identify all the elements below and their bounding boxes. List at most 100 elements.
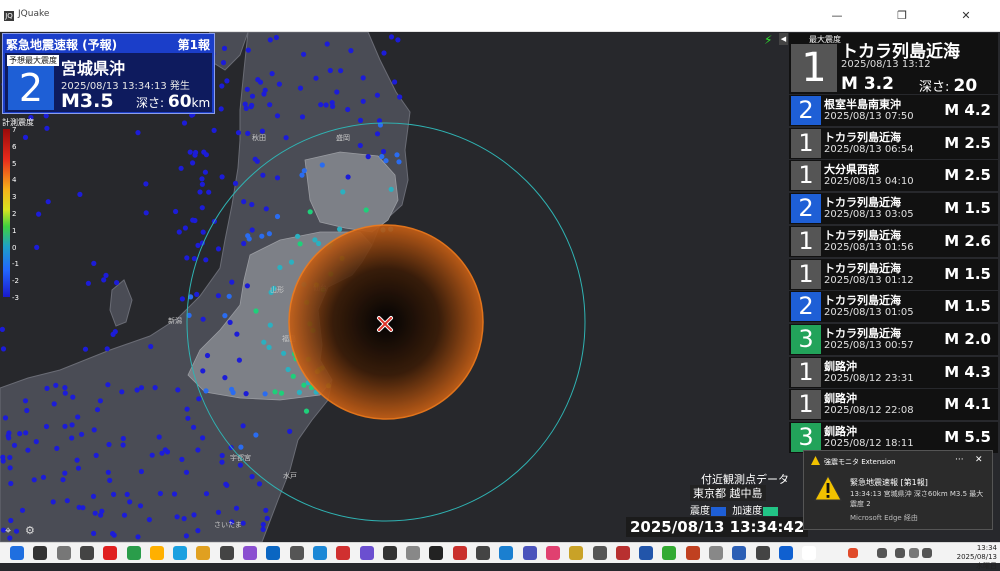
start-button-icon[interactable]: [10, 546, 24, 560]
taskbar-app-icon[interactable]: [79, 546, 94, 560]
station-dot: [183, 469, 190, 475]
history-magnitude: M 2.0: [944, 329, 991, 348]
map-label-niigata: 新潟: [168, 316, 182, 325]
station-dot: [184, 255, 190, 261]
latest-quake-card[interactable]: 最大震度 1 トカラ列島近海 2025/08/13 13:12 M 3.2 深さ…: [789, 33, 998, 111]
station-dot: [157, 490, 163, 497]
taskbar-app-icon[interactable]: [662, 546, 677, 560]
warning-icon: [814, 475, 842, 501]
taskbar-app-icon[interactable]: [709, 546, 723, 560]
close-button[interactable]: ✕: [951, 6, 981, 26]
minimize-button[interactable]: —: [822, 6, 852, 26]
tray-icon[interactable]: [922, 548, 932, 558]
taskbar-app-icon[interactable]: [639, 546, 654, 560]
taskbar-app-icon[interactable]: [755, 546, 770, 560]
taskbar-app-icon[interactable]: [476, 546, 490, 560]
eew-depth-label: 深さ:: [136, 96, 165, 110]
taskbar-app-icon[interactable]: [499, 546, 514, 560]
taskbar-app-icon[interactable]: [732, 546, 747, 560]
station-dot: [253, 308, 259, 314]
location-icon[interactable]: ⌖: [5, 524, 11, 538]
notification-more-icon[interactable]: ···: [955, 455, 964, 465]
taskbar-app-icon[interactable]: [592, 546, 607, 560]
history-row[interactable]: 1 大分県西部 2025/08/13 04:10 M 2.5: [789, 160, 998, 192]
tray-icon[interactable]: [848, 548, 858, 558]
station-dot: [262, 87, 268, 93]
taskbar-app-icon[interactable]: [56, 546, 71, 560]
notification-close-icon[interactable]: ✕: [975, 455, 983, 465]
taskbar-app-icon[interactable]: [243, 546, 257, 560]
taskbar-app-icon[interactable]: [103, 546, 118, 560]
station-dot: [297, 85, 304, 91]
taskbar-app-icon[interactable]: [802, 546, 817, 560]
intensity-scale-bar: [3, 129, 10, 297]
taskbar-app-icon[interactable]: [569, 546, 584, 560]
taskbar-app-icon[interactable]: [196, 546, 211, 560]
station-dot: [8, 480, 14, 487]
taskbar-app-icon[interactable]: [615, 546, 630, 560]
station-dot: [192, 217, 198, 224]
window-title: JQuake: [18, 9, 50, 19]
station-dot: [90, 493, 97, 499]
history-row[interactable]: 1 トカラ列島近海 2025/08/13 01:56 M 2.6: [789, 225, 998, 257]
tray-icon[interactable]: [877, 548, 887, 558]
station-dot: [184, 406, 190, 412]
taskbar-app-icon[interactable]: [289, 546, 304, 560]
legend-intensity-label: 震度: [690, 506, 710, 517]
station-dot: [259, 128, 265, 134]
taskbar-app-icon[interactable]: [219, 546, 234, 560]
history-row[interactable]: 2 トカラ列島近海 2025/08/13 03:05 M 1.5: [789, 193, 998, 225]
history-row[interactable]: 3 トカラ列島近海 2025/08/13 00:57 M 2.0: [789, 323, 998, 355]
history-row[interactable]: 2 トカラ列島近海 2025/08/13 01:05 M 1.5: [789, 291, 998, 323]
taskbar-app-icon[interactable]: [312, 546, 327, 560]
history-row[interactable]: 3 釧路沖 2025/08/12 18:11 M 5.5: [789, 422, 998, 453]
history-row[interactable]: 2 根室半島南東沖 2025/08/13 07:50 M 4.2: [789, 95, 998, 126]
station-dot: [76, 504, 82, 510]
search-icon[interactable]: [33, 546, 48, 560]
settings-gear-icon[interactable]: ⚙: [25, 524, 35, 537]
tray-icon[interactable]: [909, 548, 919, 558]
taskbar-app-icon[interactable]: [359, 546, 374, 560]
taskbar-app-icon[interactable]: [126, 546, 141, 560]
taskbar-app-icon[interactable]: [173, 546, 188, 560]
history-row[interactable]: 1 釧路沖 2025/08/12 22:08 M 4.1: [789, 389, 998, 421]
taskbar-app-icon[interactable]: [406, 546, 421, 560]
taskbar-app-icon[interactable]: [778, 546, 793, 560]
station-dot: [245, 47, 251, 53]
taskbar-app-icon[interactable]: [522, 546, 537, 560]
history-region: トカラ列島近海: [824, 130, 901, 144]
station-dot: [221, 45, 228, 52]
history-magnitude: M 2.6: [944, 231, 991, 250]
taskbar-app-icon[interactable]: [336, 546, 351, 560]
station-dot: [297, 241, 303, 247]
station-dot: [245, 233, 251, 239]
scale-tick: -1: [12, 260, 19, 269]
taskbar-app-icon[interactable]: [382, 546, 397, 560]
station-dot: [62, 385, 68, 391]
station-dot: [69, 422, 75, 428]
taskbar-clock[interactable]: 13:34 2025/08/13 水曜日: [949, 544, 997, 571]
history-row[interactable]: 1 釧路沖 2025/08/12 23:31 M 4.3: [789, 356, 998, 388]
toast-notification[interactable]: 強震モニタ Extension ··· ✕ 緊急地震速報 [第1報] 13:34…: [803, 450, 993, 530]
maximize-button[interactable]: ❐: [887, 6, 917, 26]
history-row[interactable]: 1 トカラ列島近海 2025/08/13 01:12 M 1.5: [789, 258, 998, 290]
taskbar-app-icon[interactable]: [266, 546, 281, 560]
history-row[interactable]: 1 トカラ列島近海 2025/08/13 06:54 M 2.5: [789, 127, 998, 159]
station-dot: [323, 102, 329, 108]
station-dot: [299, 172, 305, 178]
notification-app: 強震モニタ Extension: [824, 458, 896, 466]
taskbar-app-icon[interactable]: [685, 546, 700, 560]
taskbar-app-icon[interactable]: [545, 546, 560, 560]
collapse-arrow-button[interactable]: ◀: [779, 33, 788, 45]
taskbar-app-icon[interactable]: [149, 546, 164, 560]
taskbar-app-icon[interactable]: [429, 546, 444, 560]
station-dot: [224, 78, 230, 84]
taskbar-app-icon[interactable]: [452, 546, 467, 560]
latest-depth-value: 20: [953, 76, 978, 96]
station-dot: [357, 142, 363, 149]
history-intensity: 1: [791, 128, 821, 158]
tray-icon[interactable]: [895, 548, 905, 558]
station-dot: [215, 293, 221, 299]
station-dot: [252, 156, 258, 162]
station-dot: [334, 89, 340, 95]
